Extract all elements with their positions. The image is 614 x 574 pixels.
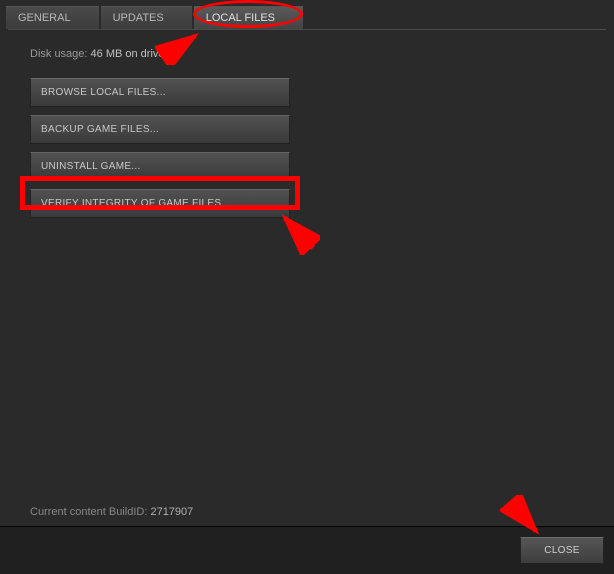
browse-local-files-button[interactable]: BROWSE LOCAL FILES... bbox=[30, 78, 290, 107]
build-id: Current content BuildID: 2717907 bbox=[30, 506, 193, 518]
tab-local-files[interactable]: LOCAL FILES bbox=[194, 6, 303, 29]
local-files-panel: Disk usage: 46 MB on drive C: BROWSE LOC… bbox=[0, 30, 614, 244]
disk-usage: Disk usage: 46 MB on drive C: bbox=[30, 48, 590, 60]
disk-usage-label: Disk usage: bbox=[30, 48, 87, 60]
disk-usage-value: 46 MB on drive C: bbox=[91, 48, 179, 60]
build-id-value: 2717907 bbox=[150, 506, 193, 518]
verify-integrity-button[interactable]: VERIFY INTEGRITY OF GAME FILES... bbox=[30, 189, 290, 218]
close-button[interactable]: CLOSE bbox=[520, 537, 604, 564]
tab-general[interactable]: GENERAL bbox=[6, 6, 99, 29]
footer: CLOSE bbox=[0, 526, 614, 574]
tab-updates[interactable]: UPDATES bbox=[101, 6, 192, 29]
build-id-label: Current content BuildID: bbox=[30, 506, 147, 518]
backup-game-files-button[interactable]: BACKUP GAME FILES... bbox=[30, 115, 290, 144]
tab-bar: GENERAL UPDATES LOCAL FILES bbox=[0, 0, 614, 29]
uninstall-game-button[interactable]: UNINSTALL GAME... bbox=[30, 152, 290, 181]
